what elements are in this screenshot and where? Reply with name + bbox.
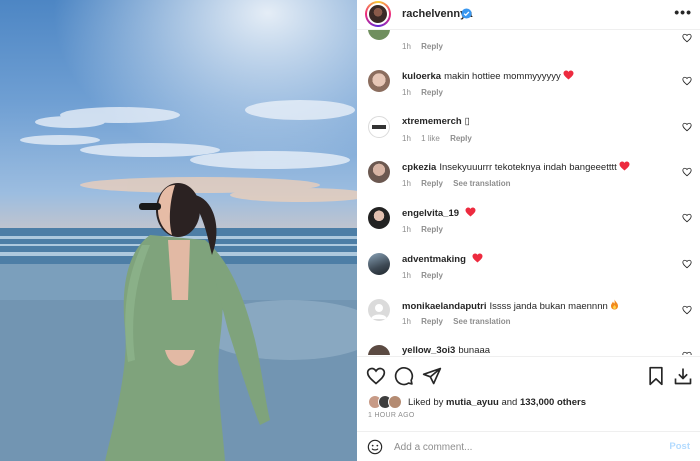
comment-bubble-icon[interactable] — [394, 366, 414, 386]
comment-like-icon[interactable] — [682, 351, 692, 355]
add-comment-bar: Post — [357, 431, 700, 461]
commenter-avatar[interactable] — [368, 345, 390, 355]
commenter-username[interactable]: engelvita_19 — [402, 208, 459, 219]
post-header: rachelvennya ••• — [357, 0, 700, 30]
comment-like-icon[interactable] — [682, 76, 692, 86]
comment-like-icon[interactable] — [682, 122, 692, 132]
commenter-avatar[interactable] — [368, 70, 390, 92]
commenter-avatar-default[interactable] — [368, 299, 390, 321]
comment-list[interactable]: 1h Reply kuloerka makin hottiee mommyyyyy… — [357, 30, 700, 355]
see-translation-button[interactable]: See translation — [453, 317, 510, 326]
post-timestamp[interactable]: 1 HOUR AGO — [368, 412, 415, 419]
comment-input[interactable] — [394, 439, 644, 455]
reply-button[interactable]: Reply — [421, 225, 443, 234]
comment-like-icon[interactable] — [682, 259, 692, 269]
likes-count[interactable]: 133,000 others — [520, 397, 586, 408]
commenter-username[interactable]: monikaelandaputri — [402, 301, 486, 312]
commenter-username[interactable]: yellow_3oi3 — [402, 345, 455, 355]
comment-body: Issss janda bukan maennnn — [489, 301, 608, 312]
comment-time: 1h — [402, 134, 411, 143]
reply-button[interactable]: Reply — [421, 317, 443, 326]
comment-text: engelvita_19 — [402, 207, 476, 220]
comment-like-icon[interactable] — [682, 213, 692, 223]
post-action-bar — [357, 356, 700, 394]
reply-button[interactable]: Reply — [450, 134, 472, 143]
comment-meta: 1h Reply See translation — [402, 317, 519, 326]
comment-time: 1h — [402, 225, 411, 234]
reply-button[interactable]: Reply — [421, 42, 443, 51]
verified-badge-icon — [461, 8, 472, 19]
commenter-avatar[interactable] — [368, 253, 390, 275]
comment-time: 1h — [402, 271, 411, 280]
comment-meta: 1h Reply — [402, 42, 451, 51]
comment-like-icon[interactable] — [682, 167, 692, 177]
comment-body: ▯ — [464, 116, 470, 127]
likes-summary: Liked by mutia_ayuu and 133,000 others — [368, 395, 698, 411]
comment-meta: 1h Reply See translation — [402, 179, 519, 188]
comment-like-icon[interactable] — [682, 305, 692, 315]
comment-time: 1h — [402, 179, 411, 188]
like-heart-icon[interactable] — [366, 366, 386, 386]
comment-time: 1h — [402, 88, 411, 97]
liker-username[interactable]: mutia_ayuu — [446, 397, 499, 408]
heart-emoji-icon — [563, 70, 574, 80]
likes-and: and — [501, 397, 518, 408]
post-button[interactable]: Post — [669, 441, 690, 452]
see-translation-button[interactable]: See translation — [453, 179, 510, 188]
more-options-icon[interactable]: ••• — [674, 4, 692, 20]
comment-item: adventmaking 1h Reply — [357, 253, 700, 299]
post-side-panel: rachelvennya ••• 1h Reply kuloerka makin … — [357, 0, 700, 461]
commenter-avatar[interactable] — [368, 30, 390, 40]
comment-item: engelvita_19 1h Reply — [357, 207, 700, 253]
comment-item: yellow_3oi3 bunaaa — [357, 345, 700, 355]
comment-item: cpkezia Insekyuuurrr tekoteknya indah ban… — [357, 161, 700, 207]
bookmark-icon[interactable] — [646, 366, 666, 386]
liker-avatars[interactable] — [368, 395, 404, 411]
heart-emoji-icon — [472, 253, 483, 263]
comment-text: cpkezia Insekyuuurrr tekoteknya indah ban… — [402, 161, 630, 174]
author-avatar[interactable] — [365, 1, 391, 27]
commenter-avatar[interactable] — [368, 116, 390, 138]
comment-like-icon[interactable] — [682, 33, 692, 43]
heart-emoji-icon — [619, 161, 630, 171]
commenter-username[interactable]: adventmaking — [402, 254, 466, 265]
comment-item: xtrememerch ▯ 1h 1 like Reply — [357, 116, 700, 162]
comment-likes-count[interactable]: 1 like — [421, 134, 440, 143]
comment-meta: 1h Reply — [402, 271, 451, 280]
comment-text: monikaelandaputri Issss janda bukan maenn… — [402, 299, 619, 313]
commenter-username[interactable]: xtrememerch — [402, 116, 462, 127]
commenter-avatar[interactable] — [368, 207, 390, 229]
comment-meta: 1h Reply — [402, 88, 451, 97]
reply-button[interactable]: Reply — [421, 271, 443, 280]
comment-body: makin hottiee mommyyyyyy — [444, 71, 561, 82]
likes-prefix: Liked by — [408, 397, 444, 408]
post-photo[interactable] — [0, 0, 357, 461]
share-send-icon[interactable] — [422, 366, 442, 386]
comment-item: kuloerka makin hottiee mommyyyyyy 1h Repl… — [357, 70, 700, 116]
likes-text: Liked by mutia_ayuu and 133,000 others — [408, 397, 586, 408]
comment-item: monikaelandaputri Issss janda bukan maenn… — [357, 299, 700, 345]
commenter-username[interactable]: kuloerka — [402, 71, 441, 82]
comment-meta: 1h 1 like Reply — [402, 134, 480, 143]
comment-text: yellow_3oi3 bunaaa — [402, 345, 490, 355]
comment-meta: 1h Reply — [402, 225, 451, 234]
commenter-username[interactable]: cpkezia — [402, 162, 436, 173]
reply-button[interactable]: Reply — [421, 88, 443, 97]
comment-text: adventmaking — [402, 253, 483, 266]
photo-scene — [0, 0, 357, 461]
download-icon[interactable] — [673, 366, 693, 386]
comment-time: 1h — [402, 317, 411, 326]
comment-body: bunaaa — [458, 345, 491, 355]
comment-text: xtrememerch ▯ — [402, 116, 470, 128]
comment-body: Insekyuuurrr tekoteknya indah bangeeettt… — [439, 162, 617, 173]
comment-time: 1h — [402, 42, 411, 51]
comment-text: kuloerka makin hottiee mommyyyyyy — [402, 70, 574, 83]
reply-button[interactable]: Reply — [421, 179, 443, 188]
heart-emoji-icon — [465, 207, 476, 217]
fire-emoji-icon — [611, 299, 619, 310]
comment-item: 1h Reply — [357, 30, 700, 64]
commenter-avatar[interactable] — [368, 161, 390, 183]
emoji-smile-icon[interactable] — [367, 439, 383, 455]
